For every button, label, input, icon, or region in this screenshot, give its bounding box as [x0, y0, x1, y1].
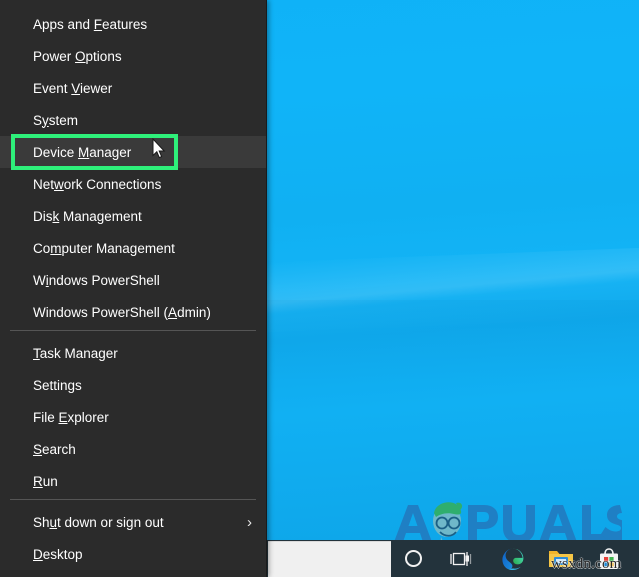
menu-item-label: Task Manager [33, 345, 118, 361]
menu-item-system[interactable]: System [0, 104, 266, 136]
wallpaper-shadow-band [266, 300, 639, 420]
menu-item-label: Event Viewer [33, 80, 113, 96]
store-bag-glyph [600, 547, 618, 569]
menu-item-windows-powershell[interactable]: Windows PowerShell [0, 264, 266, 296]
task-view-glyph [450, 551, 472, 566]
cortana-icon[interactable] [389, 540, 437, 577]
menu-item-power-options[interactable]: Power Options [0, 40, 266, 72]
menu-item-label: Windows PowerShell [33, 272, 160, 288]
chevron-right-icon: › [247, 513, 252, 531]
menu-item-label: Computer Management [33, 240, 175, 256]
menu-item-device-manager[interactable]: Device Manager [0, 136, 266, 168]
menu-item-label: Shut down or sign out [33, 514, 164, 530]
menu-item-label: Settings [33, 377, 82, 393]
menu-item-disk-management[interactable]: Disk Management [0, 200, 266, 232]
task-view-icon[interactable] [437, 540, 485, 577]
menu-item-label: Search [33, 441, 76, 457]
menu-item-event-viewer[interactable]: Event Viewer [0, 72, 266, 104]
menu-item-label: Disk Management [33, 208, 142, 224]
menu-item-windows-powershell-admin[interactable]: Windows PowerShell (Admin) [0, 296, 266, 328]
menu-item-task-manager[interactable]: Task Manager [0, 337, 266, 369]
search-input[interactable] [268, 542, 391, 577]
menu-item-label: Windows PowerShell (Admin) [33, 304, 211, 320]
menu-item-settings[interactable]: Settings [0, 369, 266, 401]
taskbar-search-box[interactable] [268, 541, 391, 577]
menu-item-run[interactable]: Run [0, 465, 266, 497]
menu-item-label: Desktop [33, 546, 83, 562]
menu-item-label: Device Manager [33, 144, 132, 160]
folder-glyph [549, 551, 573, 567]
microsoft-edge-icon[interactable] [489, 540, 537, 577]
microsoft-store-icon[interactable] [585, 540, 633, 577]
screen: wsxdn.com Apps and Features Power Option… [0, 0, 639, 577]
menu-item-shut-down-or-sign-out[interactable]: Shut down or sign out › [0, 506, 266, 538]
menu-item-label: Network Connections [33, 176, 162, 192]
menu-item-file-explorer[interactable]: File Explorer [0, 401, 266, 433]
menu-item-search[interactable]: Search [0, 433, 266, 465]
cortana-circle-glyph [404, 550, 422, 567]
menu-item-label: File Explorer [33, 409, 109, 425]
menu-item-label: Apps and Features [33, 16, 148, 32]
menu-separator [10, 499, 256, 500]
menu-item-label: Run [33, 473, 58, 489]
menu-item-apps-and-features[interactable]: Apps and Features [0, 8, 266, 40]
winx-power-user-menu: Apps and Features Power Options Event Vi… [0, 0, 267, 577]
wallpaper-light-streak [264, 247, 639, 333]
menu-item-computer-management[interactable]: Computer Management [0, 232, 266, 264]
menu-separator [10, 330, 256, 331]
edge-glyph [502, 548, 524, 570]
menu-item-label: System [33, 112, 79, 128]
menu-item-label: Power Options [33, 48, 122, 64]
menu-item-network-connections[interactable]: Network Connections [0, 168, 266, 200]
menu-item-desktop[interactable]: Desktop [0, 538, 266, 570]
file-explorer-icon[interactable] [537, 540, 585, 577]
